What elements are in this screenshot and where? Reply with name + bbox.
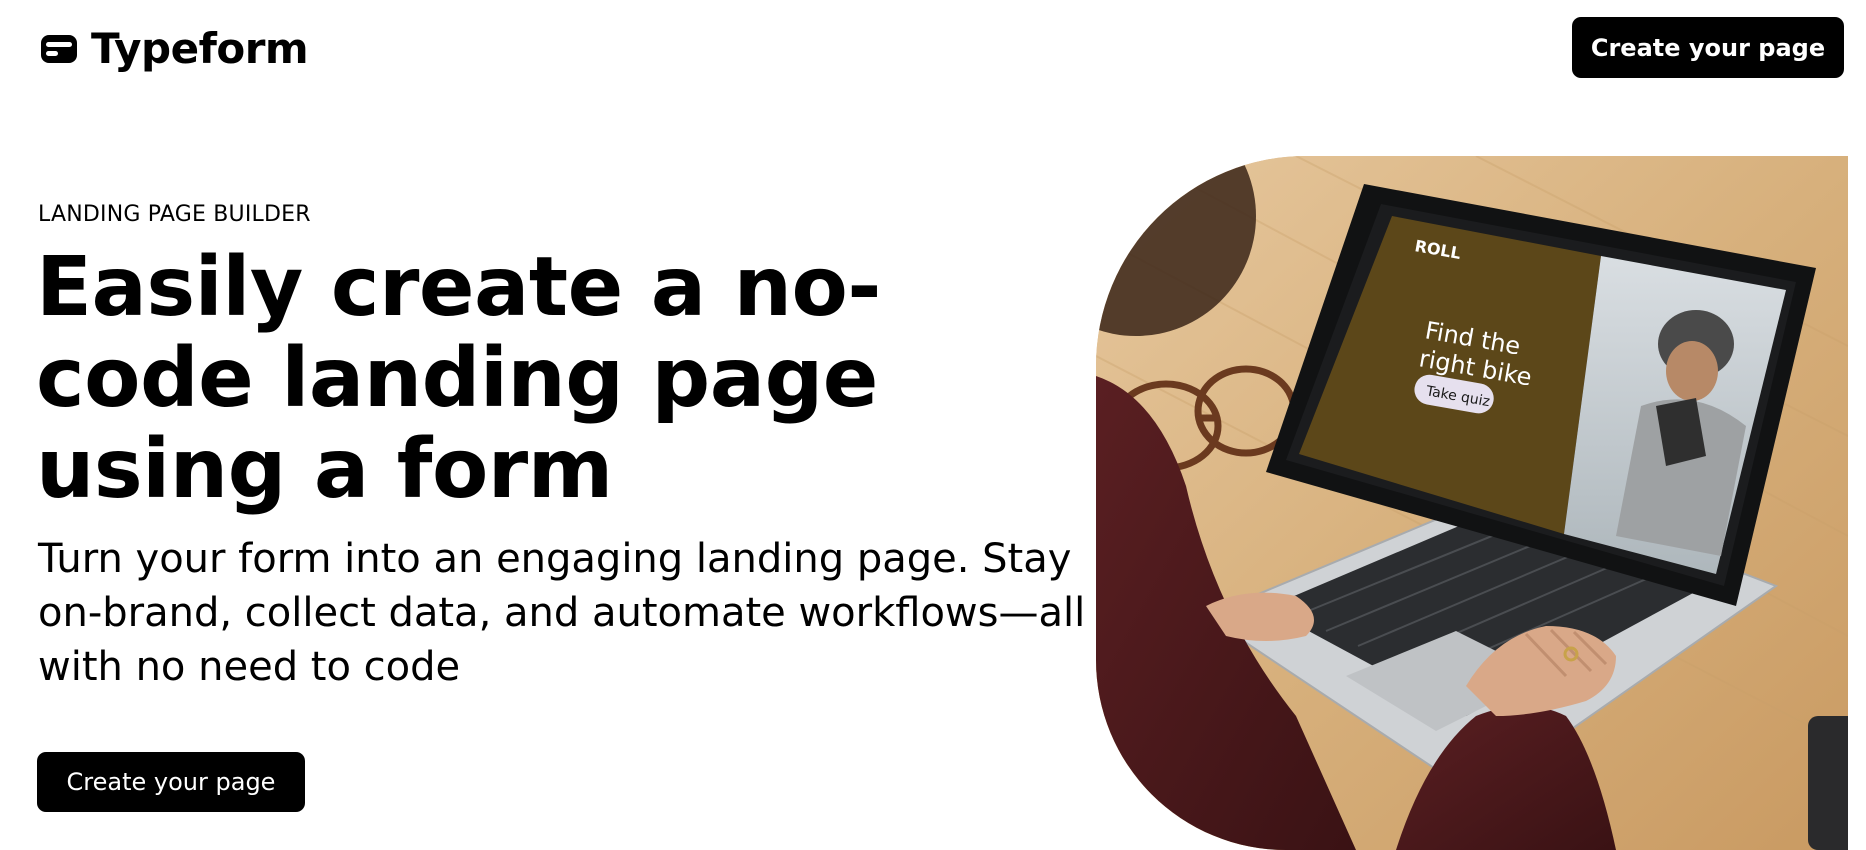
hero-subtitle: Turn your form into an engaging landing … <box>38 536 1086 690</box>
site-header: Typeform Create your page <box>0 0 1866 100</box>
logo-text: Typeform <box>91 24 309 73</box>
create-your-page-button-header[interactable]: Create your page <box>1572 17 1844 78</box>
landing-page: Typeform Create your page LANDING PAGE B… <box>0 0 1866 850</box>
typeform-logo[interactable]: Typeform <box>39 22 309 76</box>
hero-image: ROLL Find the right bike Take quiz <box>1096 156 1848 850</box>
typeform-logo-icon <box>41 35 77 63</box>
hero-eyebrow: LANDING PAGE BUILDER <box>38 202 311 227</box>
laptop-desk-illustration: ROLL Find the right bike Take quiz <box>1096 156 1848 850</box>
hero-title: Easily create a no-code landing page usi… <box>36 240 881 517</box>
create-your-page-button-hero[interactable]: Create your page <box>37 752 305 812</box>
